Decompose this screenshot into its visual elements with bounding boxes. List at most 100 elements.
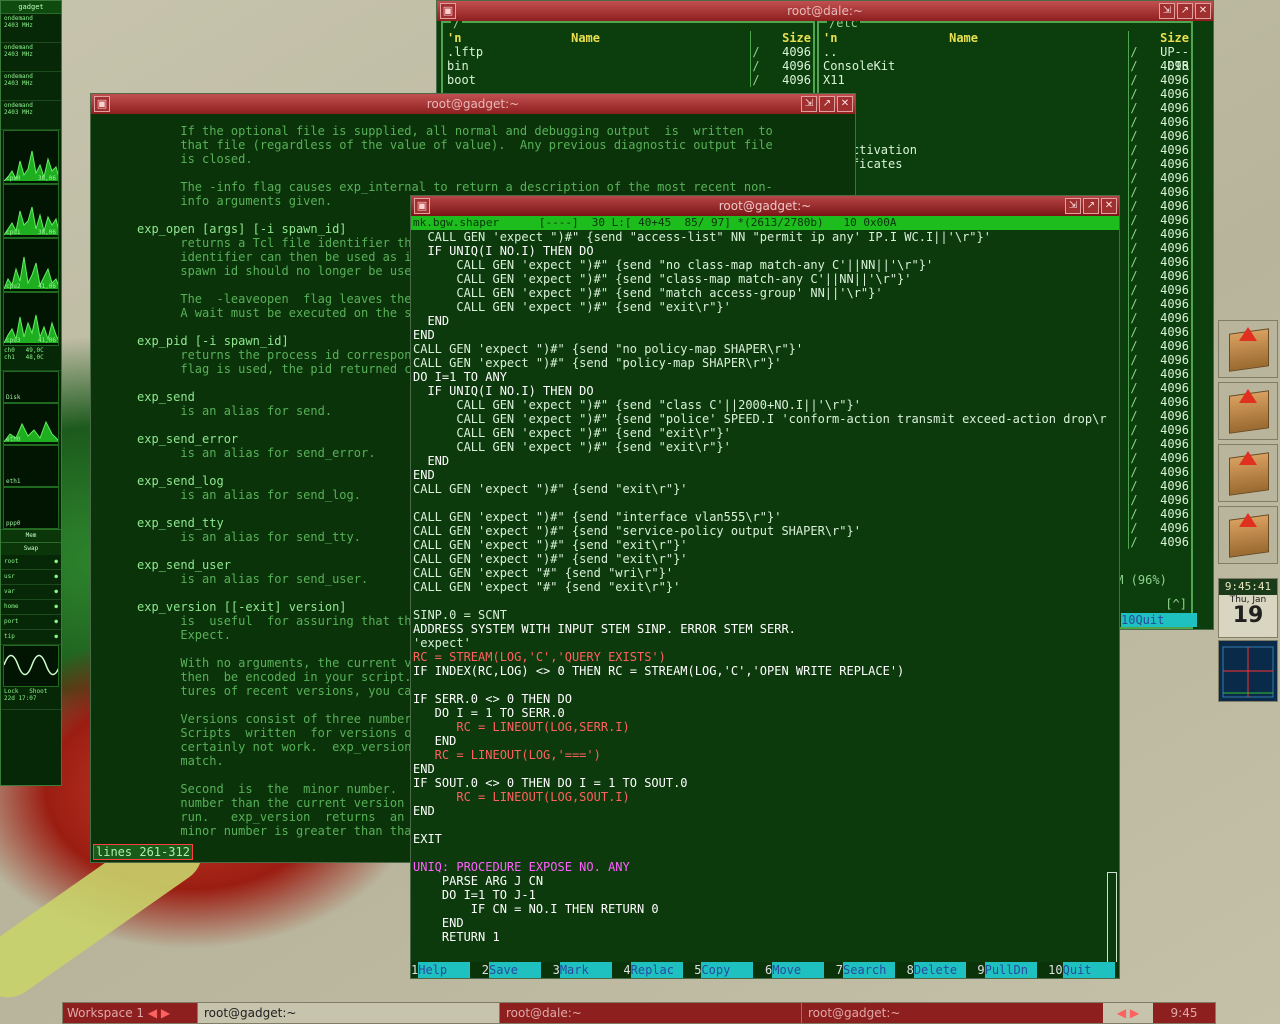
close-button[interactable]: ✕ bbox=[1195, 3, 1211, 19]
file-row[interactable]: / 4096 bbox=[819, 101, 1191, 115]
fkey-help[interactable]: 1Help bbox=[411, 962, 482, 978]
file-type: / bbox=[1128, 535, 1139, 549]
window-menu-icon[interactable]: ▣ bbox=[440, 3, 456, 19]
code-line: RC = LINEOUT(LOG,SERR.I) bbox=[413, 720, 630, 734]
fs-usr-indicator: ● bbox=[54, 573, 58, 580]
file-row[interactable]: .lftp / 4096 bbox=[443, 45, 813, 59]
gkrellm-hostname: gadget bbox=[1, 1, 61, 14]
shade-button[interactable]: ⇲ bbox=[801, 96, 817, 112]
file-type: / bbox=[1128, 297, 1139, 311]
mc-quit-key[interactable]: 10Quit bbox=[1121, 613, 1197, 627]
code-line: RC = LINEOUT(LOG,'===') bbox=[413, 748, 601, 762]
cpu2-chart: cpu2 41,06 bbox=[3, 238, 59, 292]
up-arrow-icon bbox=[1239, 451, 1257, 465]
maximize-button[interactable]: ↗ bbox=[1083, 198, 1099, 214]
man-line: that file (regardless of the value of va… bbox=[137, 138, 773, 152]
fs-usr[interactable]: usr ● bbox=[1, 570, 61, 585]
window-menu-icon[interactable]: ▣ bbox=[94, 96, 110, 112]
cpu3-value: 41,06 bbox=[37, 337, 56, 344]
task-button[interactable]: root@gadget:~ bbox=[197, 1003, 499, 1023]
code-line: DO I=1 TO ANY bbox=[413, 370, 507, 384]
workspace-switcher[interactable]: Workspace 1 ◀ ▶ bbox=[63, 1003, 197, 1023]
titlebar[interactable]: ▣ root@gadget:~ ⇲ ↗ ✕ bbox=[91, 94, 855, 114]
dock-app-3[interactable] bbox=[1218, 444, 1278, 502]
file-size: 4096 bbox=[1160, 171, 1189, 185]
titlebar[interactable]: ▣ root@dale:~ ⇲ ↗ ✕ bbox=[437, 1, 1213, 21]
eth1-chart: eth1 bbox=[3, 445, 59, 487]
file-type: / bbox=[1128, 171, 1139, 185]
code-line: SINP.0 = SCNT bbox=[413, 608, 507, 622]
dock-app-2[interactable] bbox=[1218, 382, 1278, 440]
file-size: 4096 bbox=[1160, 451, 1189, 465]
file-row[interactable]: / 4096 bbox=[819, 115, 1191, 129]
right-col-size: Size bbox=[1160, 31, 1189, 45]
file-size: 4096 bbox=[1160, 115, 1189, 129]
code-line: CALL GEN 'expect ")#" {send "no class-ma… bbox=[413, 258, 934, 272]
file-row[interactable]: ertificates / 4096 bbox=[819, 157, 1191, 171]
right-col-name: Name bbox=[949, 31, 978, 45]
dock-clock[interactable]: 9:45:41 Thu, Jan 19 bbox=[1218, 578, 1278, 638]
fkey-replac[interactable]: 4Replac bbox=[623, 962, 694, 978]
file-type: / bbox=[1128, 255, 1139, 269]
fkey-move[interactable]: 6Move bbox=[765, 962, 836, 978]
fs-var[interactable]: var ● bbox=[1, 585, 61, 600]
up-arrow-icon bbox=[1239, 389, 1257, 403]
fkey-label: Replac bbox=[630, 962, 683, 978]
shade-button[interactable]: ⇲ bbox=[1065, 198, 1081, 214]
close-button[interactable]: ✕ bbox=[1101, 198, 1117, 214]
window-title: root@dale:~ bbox=[787, 4, 863, 18]
code-line: CALL GEN 'expect ")#" {send "interface v… bbox=[413, 510, 782, 524]
editor-text[interactable]: CALL GEN 'expect ")#" {send "access-list… bbox=[411, 230, 1119, 944]
editor-scrollbar[interactable] bbox=[1107, 872, 1117, 968]
fs-root[interactable]: root ● bbox=[1, 555, 61, 570]
file-size: 4096 bbox=[1160, 339, 1189, 353]
task-button[interactable]: root@dale:~ bbox=[499, 1003, 801, 1023]
task-button[interactable]: root@gadget:~ bbox=[801, 1003, 1103, 1023]
fkey-quit[interactable]: 10Quit bbox=[1048, 962, 1119, 978]
fkey-number: 6 bbox=[764, 963, 773, 977]
file-row[interactable]: boot / 4096 bbox=[443, 73, 813, 87]
maximize-button[interactable]: ↗ bbox=[819, 96, 835, 112]
file-name: bin bbox=[447, 59, 469, 73]
file-size: 4096 bbox=[1160, 199, 1189, 213]
desk-arrows-icon[interactable]: ◀ ▶ bbox=[1103, 1003, 1153, 1023]
fkey-copy[interactable]: 5Copy bbox=[694, 962, 765, 978]
file-row[interactable]: bo-activation / 4096 bbox=[819, 143, 1191, 157]
fs-port[interactable]: port ● bbox=[1, 615, 61, 630]
close-button[interactable]: ✕ bbox=[837, 96, 853, 112]
file-row[interactable]: bin / 4096 bbox=[443, 59, 813, 73]
file-size: 4096 bbox=[1160, 73, 1189, 87]
fs-home[interactable]: home ● bbox=[1, 600, 61, 615]
editor-content[interactable]: mk.bgw.shaper [----] 30 L:[ 40+45 85/ 97… bbox=[411, 216, 1119, 978]
fs-tip[interactable]: tip ● bbox=[1, 630, 61, 645]
fkey-save[interactable]: 2Save bbox=[482, 962, 553, 978]
file-size: 4096 bbox=[1160, 241, 1189, 255]
titlebar[interactable]: ▣ root@gadget:~ ⇲ ↗ ✕ bbox=[411, 196, 1119, 216]
workspace-arrows-icon[interactable]: ◀ ▶ bbox=[148, 1006, 170, 1020]
window-menu-icon[interactable]: ▣ bbox=[414, 198, 430, 214]
cpu3-label: cpu3 bbox=[6, 337, 21, 344]
file-row[interactable]: / 4096 bbox=[819, 129, 1191, 143]
pager-status: lines 261-312 bbox=[93, 844, 193, 860]
maximize-button[interactable]: ↗ bbox=[1177, 3, 1193, 19]
fkey-delete[interactable]: 8Delete bbox=[907, 962, 978, 978]
dock-app-1[interactable] bbox=[1218, 320, 1278, 378]
code-line: CALL GEN 'expect ")#" {send "exit\r"}' bbox=[413, 552, 688, 566]
code-line: END bbox=[413, 762, 435, 776]
window-editor[interactable]: ▣ root@gadget:~ ⇲ ↗ ✕ mk.bgw.shaper [----]… bbox=[410, 195, 1120, 979]
code-line: IF UNIQ(I NO.I) THEN DO bbox=[413, 384, 594, 398]
dock-app-4[interactable] bbox=[1218, 506, 1278, 564]
file-row[interactable]: d/ 4096 bbox=[819, 171, 1191, 185]
fkey-search[interactable]: 7Search bbox=[836, 962, 907, 978]
file-row[interactable]: / 4096 bbox=[819, 87, 1191, 101]
desktop: gadget ondemand 2403 MHz ondemand 2403 M… bbox=[0, 0, 1280, 1024]
code-line: IF SOUT.0 <> 0 THEN DO I = 1 TO SOUT.0 bbox=[413, 776, 688, 790]
file-row[interactable]: .. / UP--DIR bbox=[819, 45, 1191, 73]
file-row[interactable]: X11 / 4096 bbox=[819, 73, 1191, 87]
shade-button[interactable]: ⇲ bbox=[1159, 3, 1175, 19]
fkey-pulldn[interactable]: 9PullDn bbox=[977, 962, 1048, 978]
code-line: CALL GEN 'expect ")#" {send "class-map m… bbox=[413, 272, 912, 286]
fkey-mark[interactable]: 3Mark bbox=[553, 962, 624, 978]
dock-monitor[interactable] bbox=[1218, 640, 1278, 702]
file-row[interactable]: ConsoleKit / 4096 bbox=[819, 59, 1191, 73]
